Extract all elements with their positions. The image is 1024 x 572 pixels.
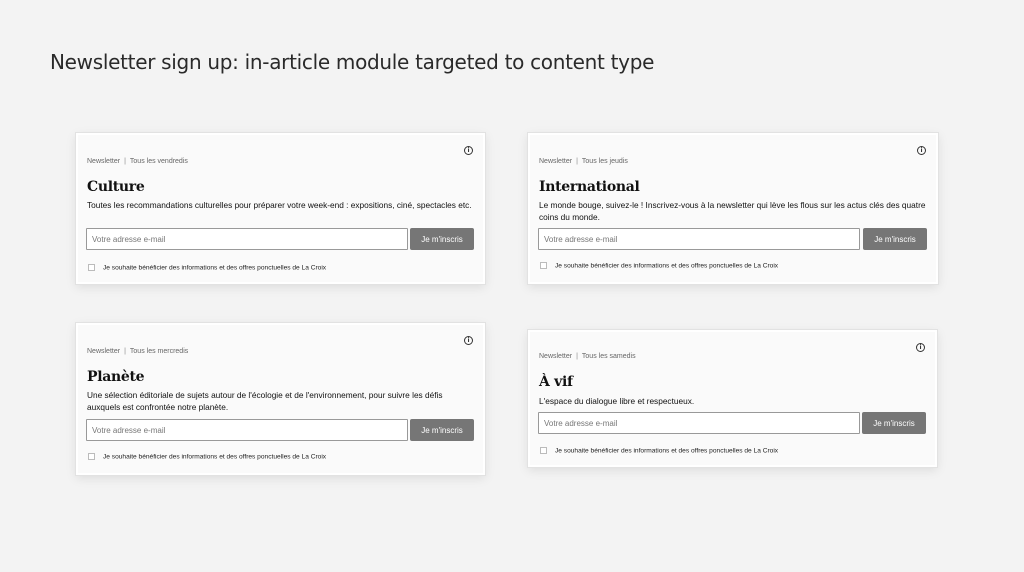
consent-row: Je souhaite bénéficier des informations … [88, 448, 326, 466]
frequency-label: Tous les samedis [581, 353, 636, 360]
newsletter-label: Newsletter [539, 353, 573, 360]
consent-checkbox[interactable] [88, 453, 95, 461]
info-icon[interactable]: i [916, 343, 925, 352]
card-description: Toutes les recommandations culturelles p… [87, 200, 472, 210]
info-icon[interactable]: i [464, 336, 473, 345]
subscribe-button[interactable]: Je m'inscris [410, 228, 474, 250]
newsletter-label: Newsletter [87, 348, 121, 355]
meta-separator: | [576, 158, 578, 165]
consent-row: Je souhaite bénéficier des informations … [88, 259, 326, 277]
info-icon[interactable]: i [917, 146, 926, 155]
subscribe-button[interactable]: Je m'inscris [410, 419, 474, 441]
card-title: À vif [539, 374, 573, 390]
email-input[interactable] [538, 228, 860, 250]
consent-label: Je souhaite bénéficier des informations … [103, 264, 327, 272]
consent-label: Je souhaite bénéficier des informations … [555, 447, 779, 455]
card-meta: Newsletter | Tous les vendredis [87, 158, 188, 165]
info-icon[interactable]: i [464, 146, 473, 155]
consent-row: Je souhaite bénéficier des informations … [540, 257, 778, 275]
subscribe-button[interactable]: Je m'inscris [862, 412, 926, 434]
email-input[interactable] [86, 419, 408, 441]
meta-separator: | [124, 158, 126, 165]
newsletter-card-international: i Newsletter | Tous les jeudis Internation… [528, 133, 938, 284]
card-title: International [539, 179, 640, 195]
card-description: Le monde bouge, suivez-le ! Inscrivez-vo… [539, 200, 926, 222]
consent-checkbox[interactable] [88, 264, 95, 272]
subscribe-button[interactable]: Je m'inscris [863, 228, 927, 250]
card-meta: Newsletter | Tous les jeudis [539, 158, 628, 165]
consent-checkbox[interactable] [540, 447, 547, 455]
newsletter-label: Newsletter [87, 158, 121, 165]
email-input[interactable] [86, 228, 408, 250]
newsletter-card-a-vif: i Newsletter | Tous les samedis À vif L'es… [528, 330, 937, 467]
consent-label: Je souhaite bénéficier des informations … [555, 262, 779, 270]
card-meta: Newsletter | Tous les mercredis [87, 348, 188, 355]
consent-label: Je souhaite bénéficier des informations … [103, 453, 327, 461]
frequency-label: Tous les jeudis [581, 158, 628, 165]
card-meta: Newsletter | Tous les samedis [539, 353, 636, 360]
newsletter-label: Newsletter [539, 158, 573, 165]
card-title: Culture [87, 179, 145, 195]
card-title: Planète [87, 369, 145, 385]
frequency-label: Tous les vendredis [129, 158, 188, 165]
consent-row: Je souhaite bénéficier des informations … [540, 442, 778, 460]
card-description: Une sélection éditoriale de sujets autou… [87, 390, 443, 412]
newsletter-card-planete: i Newsletter | Tous les mercredis Planète … [76, 323, 485, 475]
meta-separator: | [124, 348, 126, 355]
meta-separator: | [576, 353, 578, 360]
frequency-label: Tous les mercredis [129, 348, 189, 355]
email-input[interactable] [538, 412, 860, 434]
card-description: L'espace du dialogue libre et respectueu… [539, 396, 695, 406]
consent-checkbox[interactable] [540, 262, 547, 270]
newsletter-card-culture: i Newsletter | Tous les vendredis Culture … [76, 133, 485, 284]
page-title: Newsletter sign up: in-article module ta… [50, 50, 655, 74]
